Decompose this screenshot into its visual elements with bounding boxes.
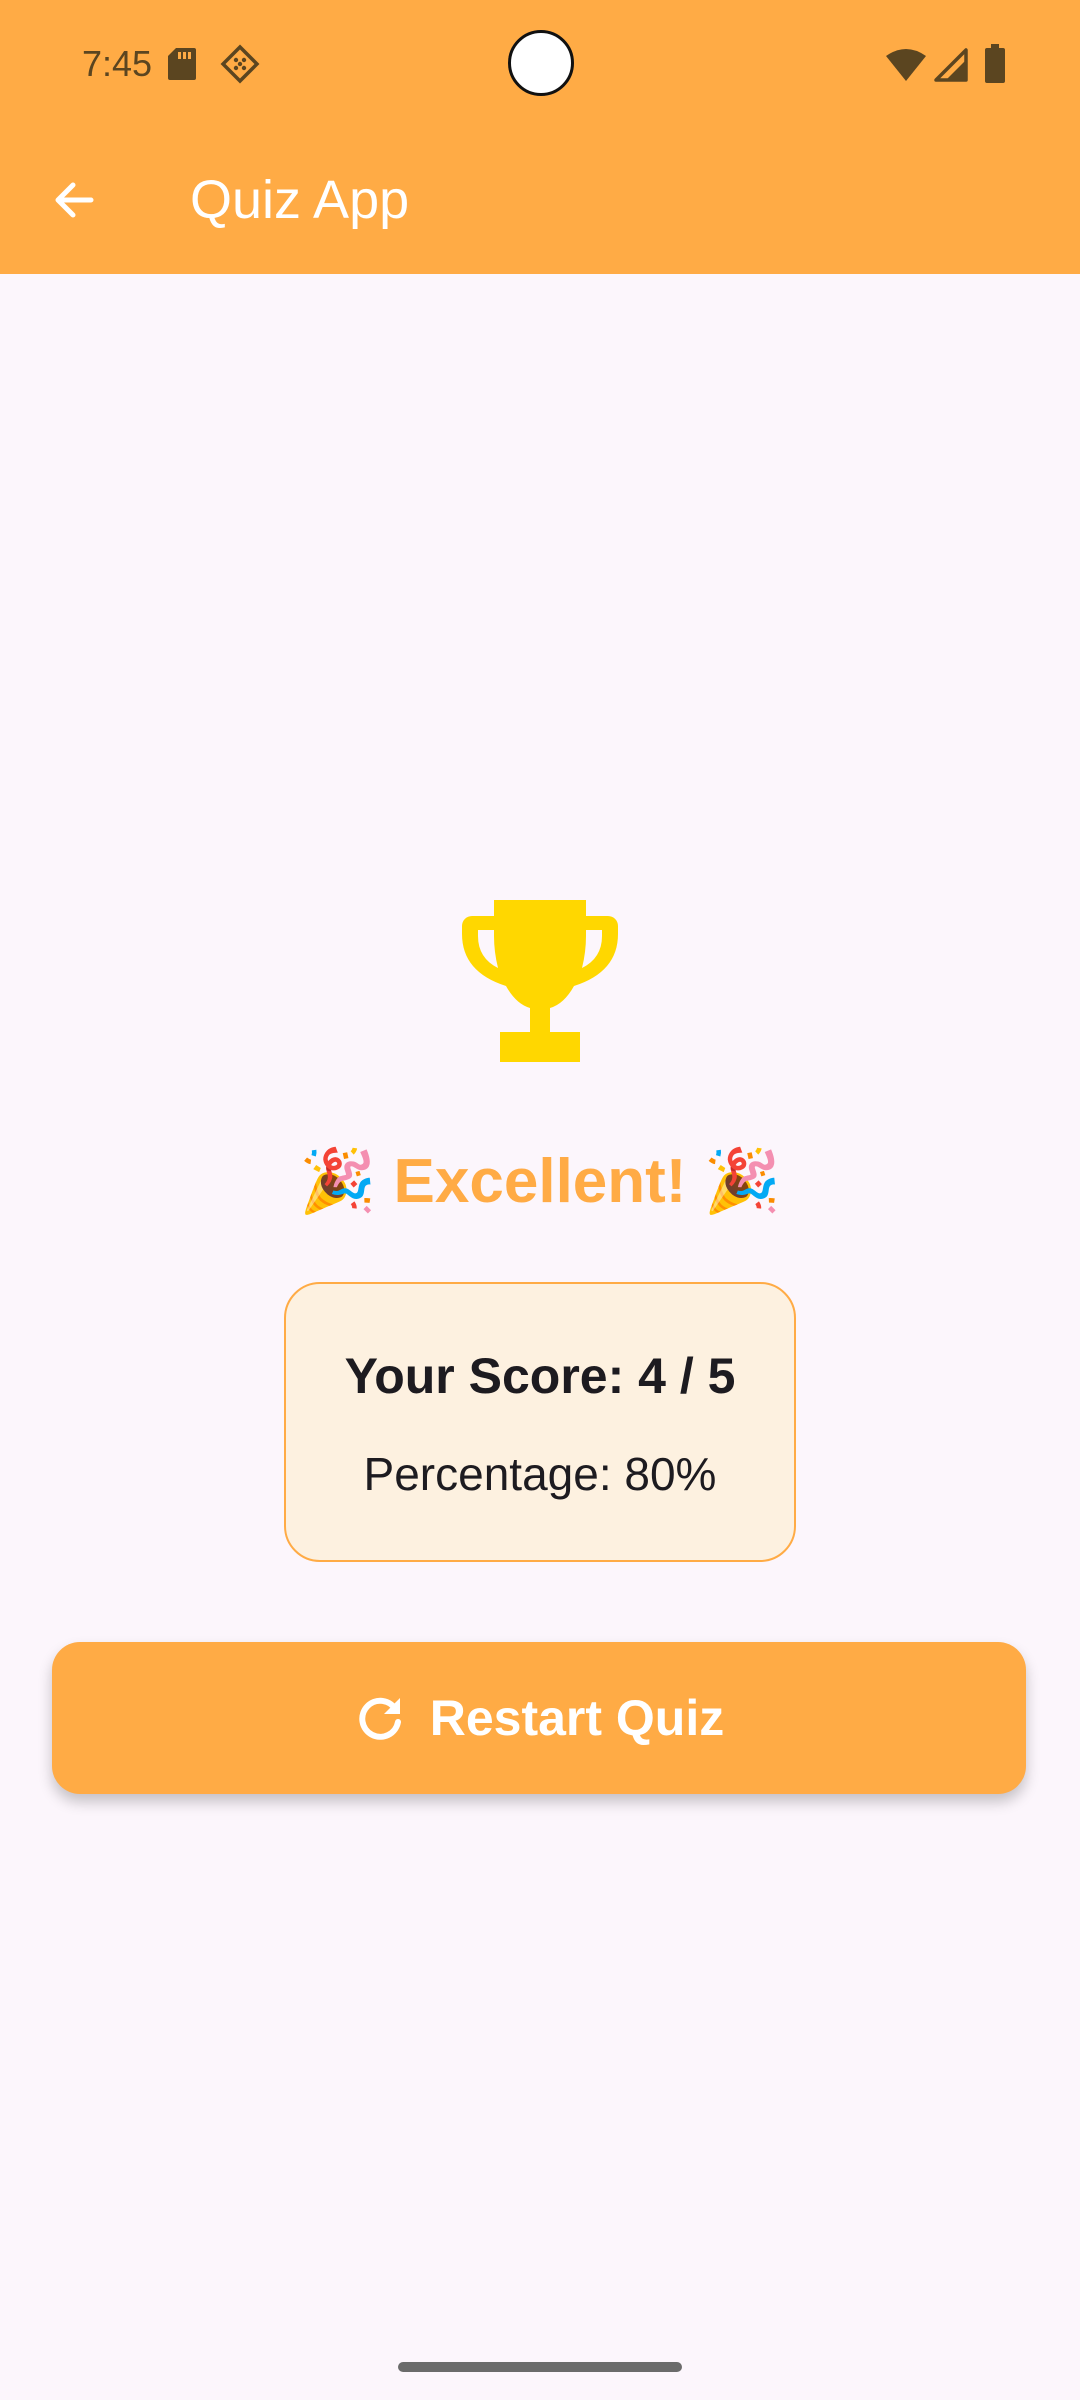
arrow-back-icon	[55, 182, 94, 218]
app-notification-icon	[220, 44, 260, 84]
camera-cutout	[508, 30, 574, 96]
app-bar: Quiz App	[0, 128, 1080, 274]
app-title: Quiz App	[190, 170, 410, 230]
wifi-icon	[886, 49, 926, 81]
result-headline: 🎉 Excellent! 🎉	[299, 1147, 781, 1216]
status-time: 7:45	[82, 43, 153, 84]
trophy-icon	[462, 900, 618, 1062]
restart-quiz-button[interactable]: Restart Quiz	[52, 1642, 1026, 1794]
top-app-area: 7:45 Quiz App	[0, 0, 1080, 274]
refresh-icon	[359, 1697, 401, 1740]
score-text: Your Score: 4 / 5	[344, 1348, 736, 1404]
score-card: Your Score: 4 / 5 Percentage: 80%	[284, 1282, 796, 1562]
back-button[interactable]	[36, 162, 112, 238]
sd-card-icon	[168, 48, 196, 80]
status-bar: 7:45	[0, 0, 1080, 128]
battery-icon	[985, 44, 1005, 83]
percentage-text: Percentage: 80%	[363, 1448, 717, 1500]
restart-quiz-label: Restart Quiz	[429, 1690, 725, 1746]
cell-signal-icon	[934, 48, 968, 82]
home-indicator[interactable]	[398, 2362, 682, 2372]
